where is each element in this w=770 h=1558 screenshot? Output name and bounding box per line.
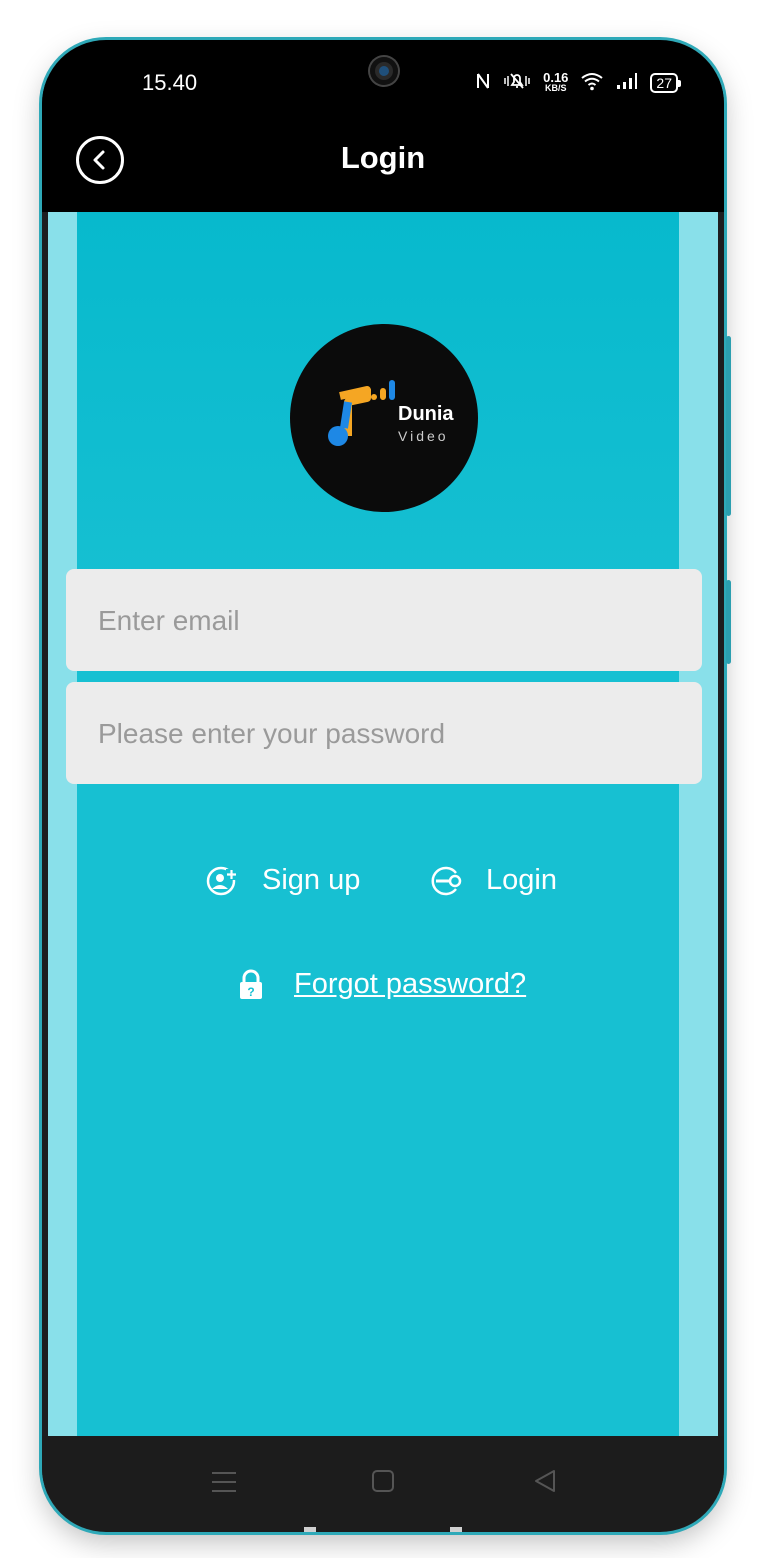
network-speed: 0.16 KB/S bbox=[543, 70, 569, 94]
logo-word: Dunia bbox=[398, 403, 454, 425]
signup-button[interactable]: Sign up bbox=[206, 864, 360, 897]
key-icon bbox=[431, 866, 462, 895]
mute-vibrate-icon bbox=[503, 71, 531, 96]
network-speed-unit: KB/S bbox=[545, 83, 567, 93]
wifi-icon bbox=[580, 71, 604, 96]
svg-text:?: ? bbox=[247, 985, 254, 999]
login-label: Login bbox=[486, 864, 557, 896]
back-nav-icon[interactable] bbox=[532, 1468, 558, 1496]
app-screen bbox=[77, 40, 679, 1532]
frame-notch-right bbox=[450, 1527, 462, 1532]
password-field[interactable] bbox=[66, 682, 702, 786]
battery-icon: 27 bbox=[650, 73, 681, 93]
phone-frame: 15.40 0.16 KB/S 27 Login Dunia Video Ent… bbox=[42, 40, 724, 1532]
signal-icon bbox=[616, 72, 638, 95]
status-icons: 0.16 KB/S 27 bbox=[475, 68, 681, 98]
volume-button bbox=[726, 336, 731, 516]
email-input[interactable] bbox=[96, 569, 676, 673]
login-button[interactable]: Login bbox=[428, 864, 557, 897]
email-field[interactable] bbox=[66, 569, 702, 673]
forgot-password-link[interactable]: Forgot password? bbox=[294, 968, 526, 1001]
home-icon[interactable] bbox=[370, 1468, 396, 1496]
logo-subtitle: Video bbox=[398, 428, 449, 444]
forgot-password: ? Forgot password? bbox=[238, 968, 526, 1001]
power-button bbox=[726, 580, 731, 664]
app-logo: Dunia Video bbox=[290, 324, 478, 512]
front-camera bbox=[370, 57, 398, 85]
signup-label: Sign up bbox=[262, 864, 361, 896]
music-note-icon bbox=[328, 380, 395, 446]
status-time: 15.40 bbox=[142, 70, 198, 95]
page-title: Login bbox=[340, 140, 426, 175]
nfc-icon bbox=[475, 71, 491, 96]
frame-notch-left bbox=[304, 1527, 316, 1532]
add-user-icon bbox=[206, 866, 237, 895]
menu-icon[interactable] bbox=[210, 1468, 238, 1496]
network-speed-value: 0.16 bbox=[543, 70, 569, 85]
lock-icon: ? bbox=[240, 969, 262, 999]
system-nav-bar bbox=[42, 1436, 724, 1532]
password-input[interactable] bbox=[96, 682, 676, 786]
app-header: 15.40 0.16 KB/S 27 Login bbox=[42, 40, 724, 212]
